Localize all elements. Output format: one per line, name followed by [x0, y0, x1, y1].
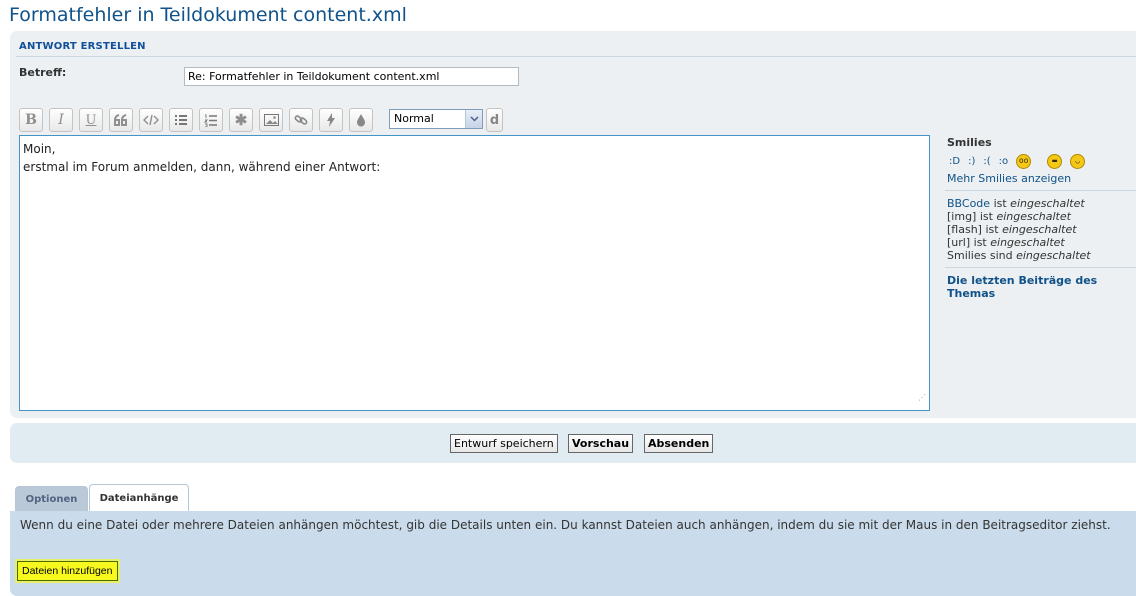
editor-line: Moin, — [23, 142, 56, 156]
smiley-laugh-icon[interactable]: ◡ — [1070, 153, 1086, 169]
code-button[interactable] — [139, 108, 163, 132]
smilies-row: :D :) :( :o oo ▬ ◡ — [947, 153, 1136, 169]
smiley-smile[interactable]: :) — [968, 156, 975, 167]
smiley-cool-icon[interactable]: ▬ — [1047, 153, 1063, 169]
custom-bbcode-button[interactable]: d — [486, 108, 503, 132]
message-editor[interactable]: Moin, erstmal im Forum anmelden, dann, w… — [19, 135, 930, 411]
subject-label: Betreff: — [19, 66, 67, 79]
sidebar-divider — [945, 267, 1136, 268]
preview-button[interactable]: Vorschau — [568, 434, 634, 453]
bbcode-status: BBCode ist eingeschaltet — [947, 197, 1085, 210]
editor-sidebar: Smilies :D :) :( :o oo ▬ ◡ Mehr Smilies … — [945, 135, 1136, 300]
subject-input[interactable] — [184, 67, 519, 86]
smiley-sad[interactable]: :( — [983, 156, 990, 167]
code-icon — [143, 114, 159, 126]
list-icon — [175, 115, 187, 125]
bbcode-link[interactable]: BBCode — [947, 197, 990, 210]
url-status: [url] ist eingeschaltet — [947, 236, 1065, 249]
font-size-select[interactable]: Normal — [389, 109, 483, 129]
italic-button[interactable]: I — [49, 108, 73, 132]
panel-heading: ANTWORT ERSTELLEN — [19, 41, 146, 52]
img-status: [img] ist eingeschaltet — [947, 210, 1071, 223]
link-button[interactable] — [289, 108, 313, 132]
submit-button[interactable]: Absenden — [644, 434, 714, 453]
link-icon — [294, 115, 308, 125]
panel-divider — [16, 56, 1136, 57]
tab-options[interactable]: Optionen — [15, 486, 88, 512]
numbered-list-button[interactable] — [199, 108, 223, 132]
editor-line: erstmal im Forum anmelden, dann, während… — [23, 160, 381, 174]
save-draft-button[interactable]: Entwurf speichern — [450, 434, 558, 453]
smiley-grin[interactable]: :D — [949, 156, 960, 167]
smiley-eek-icon[interactable]: oo — [1016, 153, 1032, 169]
add-files-button[interactable]: Dateien hinzufügen — [17, 561, 118, 581]
smiley-surprised[interactable]: :o — [999, 156, 1009, 167]
quote-icon — [114, 114, 127, 126]
recent-posts-link[interactable]: Die letzten Beiträge des Themas — [947, 274, 1136, 300]
underline-button[interactable]: U — [79, 108, 103, 132]
submit-panel: Entwurf speichern Vorschau Absenden — [10, 423, 1136, 463]
flash-button[interactable] — [319, 108, 343, 132]
flash-status: [flash] ist eingeschaltet — [947, 223, 1077, 236]
tab-attachments[interactable]: Dateianhänge — [89, 484, 189, 512]
droplet-icon — [357, 114, 365, 127]
numbered-list-icon — [204, 114, 217, 127]
bold-button[interactable]: B — [19, 108, 43, 132]
quote-button[interactable] — [109, 108, 133, 132]
reply-panel: ANTWORT ERSTELLEN Betreff: B I U ✱ — [10, 31, 1136, 418]
attachments-panel: Wenn du eine Datei oder mehrere Dateien … — [10, 511, 1136, 596]
smilies-title: Smilies — [947, 136, 992, 149]
flash-icon — [327, 113, 335, 127]
image-icon — [263, 114, 279, 126]
asterisk-icon: ✱ — [234, 111, 248, 129]
color-button[interactable] — [349, 108, 373, 132]
image-button[interactable] — [259, 108, 283, 132]
smilies-status: Smilies sind eingeschaltet — [947, 249, 1091, 262]
resize-grip-icon[interactable]: ⋰ — [918, 389, 926, 407]
more-smilies-link[interactable]: Mehr Smilies anzeigen — [947, 172, 1136, 185]
page-title: Formatfehler in Teildokument content.xml — [9, 4, 407, 26]
list-item-button[interactable]: ✱ — [229, 108, 253, 132]
sidebar-divider — [945, 190, 1136, 191]
attachments-info: Wenn du eine Datei oder mehrere Dateien … — [20, 518, 1111, 532]
chevron-down-icon — [465, 110, 482, 128]
list-button[interactable] — [169, 108, 193, 132]
font-size-value: Normal — [394, 112, 434, 125]
